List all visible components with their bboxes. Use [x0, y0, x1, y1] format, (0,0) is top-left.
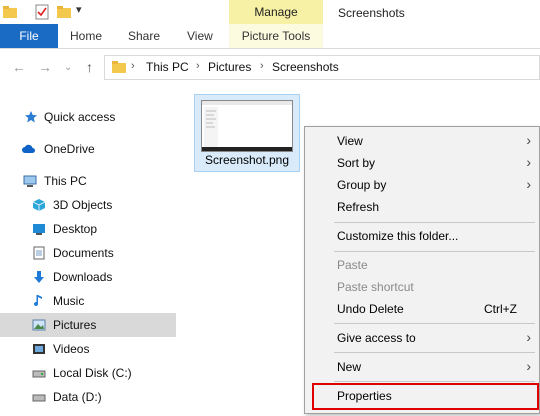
menu-item-view[interactable]: View ›: [305, 130, 539, 152]
cloud-icon: [22, 144, 35, 153]
menu-separator: [334, 251, 535, 252]
sidebar-item-quick-access[interactable]: Quick access: [0, 105, 176, 129]
document-icon: [33, 246, 45, 260]
tab-share[interactable]: Share: [128, 24, 160, 48]
address-row: ← → ⌄ ↑ › This PC › Pictures › Screensho…: [0, 49, 540, 85]
chevron-right-icon: ›: [526, 132, 531, 148]
file-name: Screenshot.png: [204, 153, 290, 167]
sidebar-item-pictures[interactable]: Pictures: [0, 313, 176, 337]
chevron-right-icon: ›: [526, 358, 531, 374]
title-bar: ▾ Manage Screenshots: [0, 0, 540, 24]
pictures-icon: [32, 319, 46, 331]
forward-icon[interactable]: →: [38, 59, 52, 75]
menu-separator: [334, 381, 535, 382]
address-bar[interactable]: › This PC › Pictures › Screenshots: [104, 55, 540, 80]
chevron-right-icon: ›: [526, 329, 531, 345]
screenshot-thumbnail-icon: [202, 101, 292, 151]
sidebar-item-this-pc[interactable]: This PC: [0, 169, 176, 193]
folder-icon[interactable]: [2, 4, 18, 20]
video-icon: [33, 344, 45, 354]
sidebar-item-downloads[interactable]: Downloads: [0, 265, 176, 289]
sidebar-item-onedrive[interactable]: OneDrive: [0, 137, 176, 161]
music-icon: [34, 295, 42, 307]
folder-icon: [112, 61, 126, 73]
breadcrumb-this-pc[interactable]: This PC: [146, 60, 189, 74]
context-menu: View › Sort by › Group by › Refresh Customi…: [304, 126, 540, 414]
menu-item-new[interactable]: New ›: [305, 356, 539, 378]
menu-item-paste: Paste: [337, 258, 368, 272]
menu-separator: [334, 222, 535, 223]
tab-view[interactable]: View: [187, 24, 213, 48]
tab-picture-tools[interactable]: Picture Tools: [229, 24, 323, 48]
menu-item-paste-shortcut: Paste shortcut: [337, 280, 414, 294]
desktop-icon: [33, 224, 45, 235]
computer-icon: [23, 175, 37, 187]
download-icon: [34, 271, 44, 283]
chevron-right-icon: ›: [526, 154, 531, 170]
shortcut-label: Ctrl+Z: [484, 302, 517, 316]
breadcrumb-separator: ›: [131, 60, 135, 72]
file-thumbnail: [201, 100, 293, 152]
breadcrumb-screenshots[interactable]: Screenshots: [272, 60, 339, 74]
window-title: Screenshots: [338, 6, 405, 20]
properties-highlight-box: [312, 383, 539, 410]
cube-icon: [32, 199, 46, 211]
menu-separator: [334, 323, 535, 324]
star-icon: [25, 111, 37, 123]
menu-item-customize-folder[interactable]: Customize this folder...: [305, 225, 539, 247]
new-folder-icon[interactable]: [56, 4, 72, 20]
manage-tab[interactable]: Manage: [229, 0, 323, 24]
menu-separator: [334, 352, 535, 353]
sidebar-item-videos[interactable]: Videos: [0, 337, 176, 361]
tab-file[interactable]: File: [0, 24, 58, 48]
sidebar-item-documents[interactable]: Documents: [0, 241, 176, 265]
drive-icon: [32, 394, 46, 402]
tab-home[interactable]: Home: [70, 24, 102, 48]
sidebar-item-local-disk-c[interactable]: Local Disk (C:): [0, 361, 176, 385]
sidebar-item-desktop[interactable]: Desktop: [0, 217, 176, 241]
properties-icon[interactable]: [34, 4, 50, 20]
sidebar-item-music[interactable]: Music: [0, 289, 176, 313]
drive-icon: [32, 370, 46, 378]
breadcrumb-separator: ›: [260, 60, 264, 72]
back-icon[interactable]: ←: [12, 59, 26, 75]
up-icon[interactable]: ↑: [86, 59, 93, 75]
sidebar-item-3d-objects[interactable]: 3D Objects: [0, 193, 176, 217]
recent-locations-icon[interactable]: ⌄: [64, 62, 72, 73]
menu-item-refresh[interactable]: Refresh: [305, 196, 539, 218]
customize-qat-icon[interactable]: ▾: [76, 3, 82, 16]
chevron-right-icon: ›: [526, 176, 531, 192]
sidebar-item-data-d[interactable]: Data (D:): [0, 385, 176, 409]
ribbon-tabs: File Home Share View Picture Tools: [0, 24, 540, 49]
menu-item-undo-delete[interactable]: Undo Delete Ctrl+Z: [305, 298, 539, 320]
breadcrumb-separator: ›: [196, 60, 200, 72]
menu-item-sort-by[interactable]: Sort by ›: [305, 152, 539, 174]
file-item[interactable]: Screenshot.png: [194, 94, 300, 172]
menu-item-group-by[interactable]: Group by ›: [305, 174, 539, 196]
breadcrumb-pictures[interactable]: Pictures: [208, 60, 251, 74]
menu-item-give-access-to[interactable]: Give access to ›: [305, 327, 539, 349]
